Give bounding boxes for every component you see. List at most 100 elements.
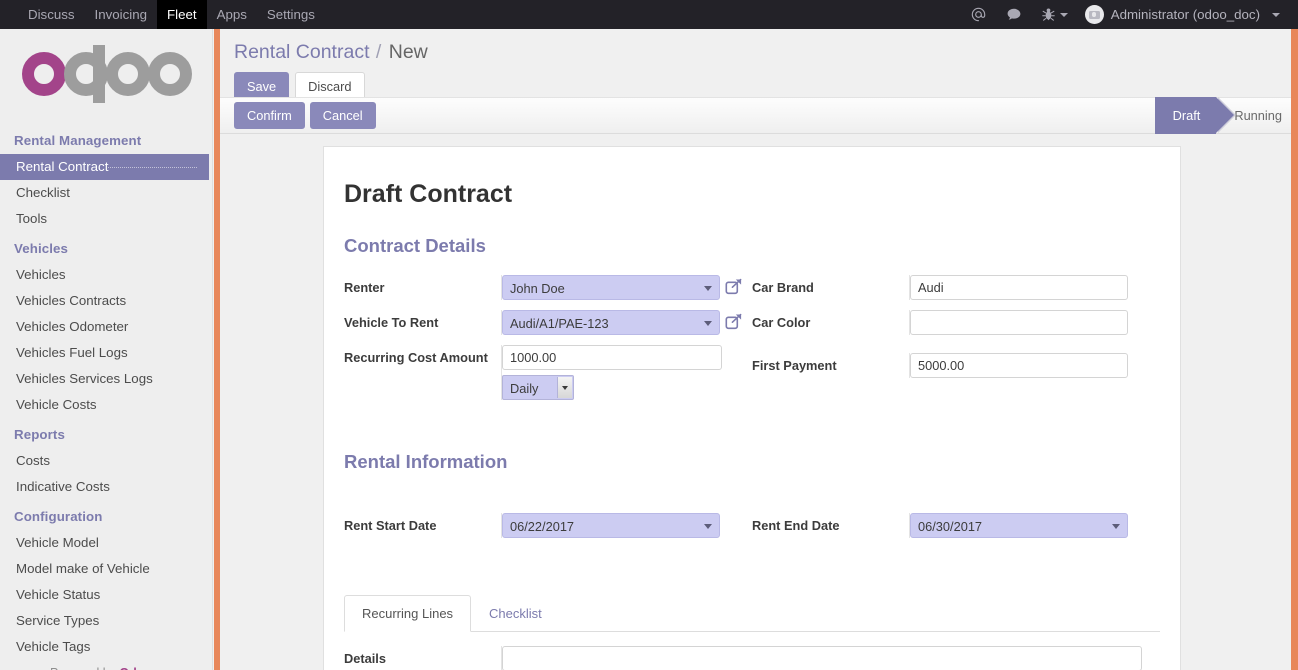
field-row-details: Details (344, 646, 1160, 670)
top-navbar: Discuss Invoicing Fleet Apps Settings Ad… (0, 0, 1298, 29)
menu-item-settings[interactable]: Settings (257, 0, 325, 29)
breadcrumb: Rental Contract / New (234, 39, 1298, 65)
sheet-scroll-area[interactable]: Draft Contract Contract Details Renter J… (220, 134, 1298, 670)
recurring-cost-amount-label: Recurring Cost Amount (344, 350, 488, 365)
recurring-interval-select[interactable]: Daily (502, 375, 574, 400)
sidebar-accent-stripe (214, 29, 220, 670)
main-menu: Discuss Invoicing Fleet Apps Settings (0, 0, 325, 29)
sidebar-item-checklist[interactable]: Checklist (0, 180, 212, 206)
details-label: Details (344, 651, 386, 666)
rent-start-date-value: 06/22/2017 (510, 519, 575, 534)
sidebar-item-costs[interactable]: Costs (0, 448, 212, 474)
confirm-button[interactable]: Confirm (234, 102, 305, 129)
renter-label: Renter (344, 280, 385, 295)
sidebar-item-vehicle-status[interactable]: Vehicle Status (0, 582, 212, 608)
powered-by-label: Powered by (50, 666, 119, 670)
sidebar-section-reports: Reports (14, 427, 65, 442)
menu-item-discuss[interactable]: Discuss (18, 0, 85, 29)
menu-item-apps[interactable]: Apps (207, 0, 257, 29)
control-panel: Rental Contract / New Save Discard (220, 29, 1298, 101)
sidebar-item-vehicle-model[interactable]: Vehicle Model (0, 530, 212, 556)
workflow-buttons: Confirm Cancel (220, 102, 376, 129)
sidebar-section-rental-management: Rental Management (14, 133, 142, 148)
field-row-first-payment: First Payment (752, 353, 1160, 379)
notebook-tabs: Recurring Lines Checklist (344, 594, 1160, 632)
chevron-down-icon (704, 524, 712, 529)
notebook-page-recurring-lines: Details (344, 632, 1160, 670)
mentions-icon[interactable] (962, 3, 995, 26)
content-area: Rental Contract / New Save Discard Confi… (220, 29, 1298, 670)
car-color-input[interactable] (910, 310, 1128, 335)
field-row-car-color: Car Color (752, 310, 1160, 336)
rent-start-date-label: Rent Start Date (344, 518, 437, 533)
renter-external-link-icon[interactable] (725, 278, 743, 296)
right-accent-stripe (1291, 29, 1298, 670)
sidebar-item-tools[interactable]: Tools (0, 206, 212, 232)
debug-bug-icon[interactable] (1033, 3, 1077, 26)
field-row-rent-start-date: Rent Start Date 06/22/2017 (344, 513, 752, 539)
user-name-label: Administrator (odoo_doc) (1110, 7, 1260, 22)
cancel-button[interactable]: Cancel (309, 102, 376, 129)
sidebar-item-model-make-of-vehicle[interactable]: Model make of Vehicle (0, 556, 212, 582)
powered-by-brand: Odoo (119, 666, 152, 670)
renter-value: John Doe (510, 281, 565, 296)
stage-draft[interactable]: Draft (1154, 97, 1236, 134)
field-row-rent-end-date: Rent End Date 06/30/2017 (752, 513, 1160, 539)
renter-input[interactable]: John Doe (502, 275, 720, 300)
user-menu[interactable]: Administrator (odoo_doc) (1079, 3, 1288, 26)
odoo-logo[interactable] (0, 29, 212, 124)
sidebar-item-vehicles-contracts[interactable]: Vehicles Contracts (0, 288, 212, 314)
car-brand-input[interactable] (910, 275, 1128, 300)
odoo-logo-o2 (106, 51, 150, 96)
section-rental-information: Rental Information (344, 451, 508, 472)
section-contract-details: Contract Details (344, 235, 486, 256)
odoo-logo-o1 (22, 51, 66, 96)
vehicle-to-rent-input[interactable]: Audi/A1/PAE-123 (502, 310, 720, 335)
chevron-down-icon (1059, 12, 1068, 17)
vehicle-to-rent-external-link-icon[interactable] (725, 313, 743, 331)
form-sheet: Draft Contract Contract Details Renter J… (323, 146, 1181, 670)
rent-end-date-label: Rent End Date (752, 518, 840, 533)
sidebar-item-vehicle-costs[interactable]: Vehicle Costs (0, 392, 212, 418)
sidebar-item-vehicles[interactable]: Vehicles (0, 262, 212, 288)
status-bar: Confirm Cancel Draft Running (220, 97, 1298, 134)
sidebar-item-rental-contract[interactable]: Rental Contract (0, 154, 209, 180)
first-payment-input[interactable] (910, 353, 1128, 378)
tab-recurring-lines[interactable]: Recurring Lines (344, 595, 472, 632)
rent-end-date-input[interactable]: 06/30/2017 (910, 513, 1128, 538)
chevron-down-icon (704, 321, 712, 326)
field-row-vehicle-to-rent: Vehicle To Rent Audi/A1/PAE-123 (344, 310, 752, 336)
rental-information-grid: Rent Start Date 06/22/2017 Rent End Date (344, 513, 1160, 548)
odoo-logo-o3 (148, 51, 192, 96)
sidebar-item-label: Rental Contract (16, 159, 109, 174)
messages-icon[interactable] (997, 3, 1031, 26)
breadcrumb-current: New (388, 41, 428, 63)
sidebar-item-vehicle-tags[interactable]: Vehicle Tags (0, 634, 212, 660)
sidebar-section-configuration: Configuration (14, 509, 103, 524)
sidebar-item-vehicles-services-logs[interactable]: Vehicles Services Logs (0, 366, 212, 392)
menu-item-invoicing[interactable]: Invoicing (85, 0, 157, 29)
sidebar-item-indicative-costs[interactable]: Indicative Costs (0, 474, 212, 500)
powered-by-odoo[interactable]: Powered by Odoo (0, 660, 212, 670)
chevron-down-icon (1112, 524, 1120, 529)
breadcrumb-root[interactable]: Rental Contract (234, 41, 369, 63)
sidebar-item-service-types[interactable]: Service Types (0, 608, 212, 634)
rent-end-date-value: 06/30/2017 (918, 519, 983, 534)
sidebar-section-vehicles: Vehicles (14, 241, 69, 256)
field-row-recurring-cost-amount: Recurring Cost Amount Daily (344, 345, 752, 400)
contract-details-left-column: Renter John Doe Vehicle To Rent Audi/A1/… (344, 275, 752, 409)
recurring-cost-amount-input[interactable] (502, 345, 722, 370)
details-input[interactable] (502, 646, 1142, 670)
rent-start-date-input[interactable]: 06/22/2017 (502, 513, 720, 538)
chevron-down-icon (1272, 12, 1280, 17)
field-row-car-brand: Car Brand (752, 275, 1160, 301)
chevron-down-icon (704, 286, 712, 291)
sidebar-item-vehicles-fuel-logs[interactable]: Vehicles Fuel Logs (0, 340, 212, 366)
menu-item-fleet[interactable]: Fleet (157, 0, 207, 29)
systray: Administrator (odoo_doc) (962, 0, 1298, 29)
sidebar-item-vehicles-odometer[interactable]: Vehicles Odometer (0, 314, 212, 340)
tab-checklist[interactable]: Checklist (471, 595, 560, 632)
rental-information-right-column: Rent End Date 06/30/2017 (752, 513, 1160, 548)
contract-details-right-column: Car Brand Car Color First Payment (752, 275, 1160, 409)
odoo-logo-d-stem (93, 44, 105, 103)
